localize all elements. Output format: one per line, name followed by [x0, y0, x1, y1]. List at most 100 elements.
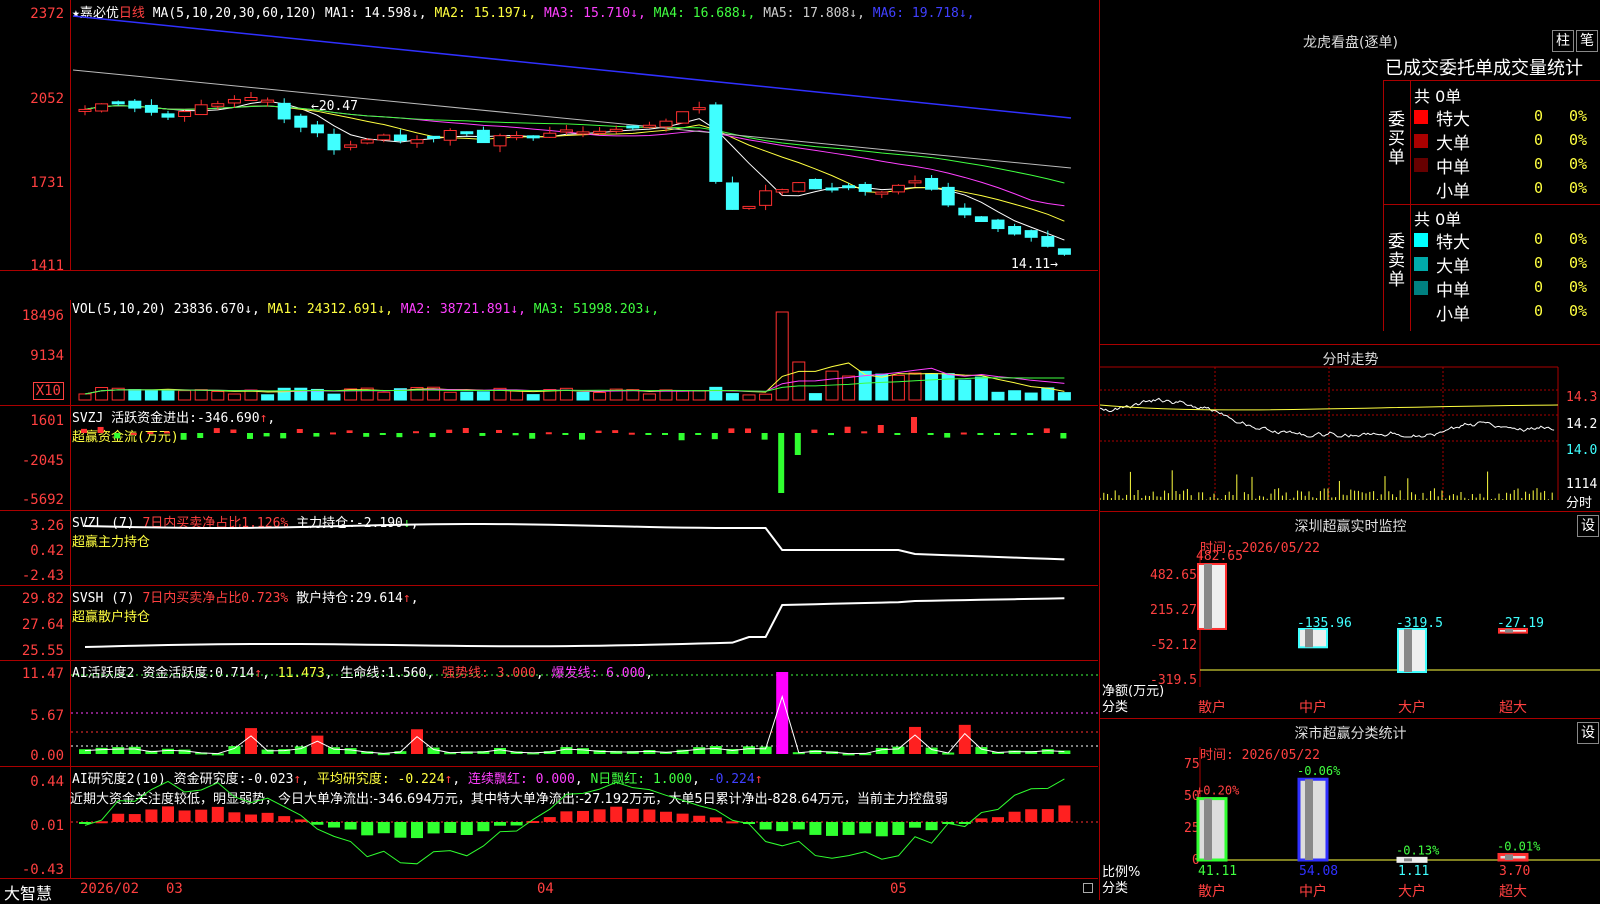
flow-bar [313, 433, 320, 437]
flow-bar [662, 433, 668, 435]
intraday-chart[interactable] [1100, 345, 1564, 511]
ai-activity-pane[interactable]: 11.47 5.67 0.00 AI活跃度2 资金活跃度:0.714↑, 11.… [0, 660, 1098, 767]
research-bar [328, 822, 340, 828]
candle [427, 135, 441, 139]
volume-pane[interactable]: 18496 9134 X10 VOL(5,10,20) 23836.670↓, … [0, 300, 1098, 406]
candle [858, 183, 872, 192]
ai-research-label: 0.01 [30, 818, 64, 834]
flow-bar [529, 433, 536, 439]
activity-bar [128, 746, 141, 754]
candle [891, 184, 905, 193]
candle [593, 130, 607, 134]
research-bar [1008, 811, 1021, 822]
sz-class-bar-shade [1404, 858, 1412, 862]
sz-monitor-bar-shade [1305, 628, 1313, 648]
sz-class-top-value: -0.13% [1396, 843, 1440, 857]
candle [310, 124, 324, 134]
candle [642, 124, 656, 128]
volume-bar [128, 389, 142, 401]
bar-mode-button[interactable]: 柱 [1552, 30, 1574, 52]
high-note: ←20.47 [311, 99, 358, 114]
research-bar [1041, 809, 1054, 822]
kline-pane[interactable]: 2372 2052 1731 1411 ★嘉必优日线 MA(5,10,20,30… [0, 0, 1098, 274]
candle [659, 120, 673, 128]
flow-bar [628, 432, 635, 435]
svzl-label: 3.26 [30, 518, 64, 534]
svzj-chart[interactable] [71, 405, 1098, 510]
volume-bar [294, 387, 308, 401]
volume-bar [642, 393, 656, 401]
flow-bar [977, 433, 984, 435]
candle [626, 125, 640, 129]
flow-bar [197, 433, 204, 439]
dragon-table: 委买单 委卖单 共 0单 共 0单 特大 0 0% 大单 0 0% 中单 0 0% 小单 0 0% 特… [1383, 80, 1600, 331]
svzl-axis: 3.26 0.42 -2.43 [0, 510, 71, 585]
sz-monitor-bar-shade [1404, 628, 1412, 672]
research-bar [776, 822, 789, 832]
research-bar [128, 814, 141, 822]
flow-bar [612, 430, 619, 433]
flow-bar [927, 433, 934, 435]
candle [925, 177, 939, 190]
order-percent: 0% [1569, 155, 1588, 173]
candle [775, 189, 789, 193]
flow-bar [844, 426, 851, 433]
tick-mode-button[interactable]: 笔 [1576, 30, 1598, 52]
candle [128, 100, 142, 109]
intraday-volume-label: 1114 [1566, 477, 1598, 492]
sz-class-chart[interactable]: +0.20% 41.11 散户 -0.06% 54.08 中户 -0.13% 1.11 大户 -0… [1100, 719, 1600, 900]
volume-bar [443, 391, 457, 401]
intraday-price-label: 14.0 [1566, 443, 1598, 458]
sz-monitor-value: 482.65 [1196, 549, 1243, 564]
candle [1008, 226, 1022, 235]
flow-bar [114, 433, 121, 439]
footer-bar: 大智慧 2026/02 03 04 05 [0, 878, 1098, 903]
candle [144, 104, 158, 113]
volume-unit: X10 [32, 382, 64, 400]
order-type-label: 特大 [1436, 233, 1470, 253]
research-bar [361, 822, 374, 836]
order-percent: 0% [1569, 278, 1588, 296]
candle [875, 191, 889, 195]
ai-activity-chart[interactable] [71, 660, 1098, 766]
order-percent: 0% [1569, 179, 1588, 197]
svzl-chart[interactable] [71, 510, 1098, 585]
intraday-panel[interactable]: 分时走势 14.3 14.2 14.0 1114 分时 [1099, 345, 1600, 512]
date-label: 05 [890, 881, 907, 897]
ai-research-pane[interactable]: 0.44 0.01 -0.43 AI研究度2(10) 资金研究度:-0.023↑… [0, 766, 1098, 879]
volume-chart[interactable] [71, 300, 1098, 405]
research-bar [444, 822, 457, 833]
research-bar [826, 822, 838, 836]
candle [759, 190, 773, 206]
order-color-swatch [1414, 257, 1428, 271]
research-bar [460, 822, 473, 835]
kline-chart[interactable]: ←20.47 14.11→ [71, 0, 1098, 270]
lock-icon[interactable] [1083, 883, 1093, 893]
sz-class-panel: 深市超赢分类统计 设 时间: 2026/05/22 75 50 25 0 比例%… [1099, 719, 1600, 900]
svzj-pane[interactable]: 1601 -2045 -5692 SVZJ 活跃资金进出:-346.690↑, … [0, 405, 1098, 511]
sz-class-bar-shade [1305, 779, 1313, 860]
volume-bar [178, 390, 192, 401]
flow-bar [280, 433, 287, 439]
buy-total: 共 0单 [1414, 87, 1462, 106]
flow-bar [695, 433, 702, 435]
activity-bar [344, 748, 357, 754]
sz-class-bottom-value: 3.70 [1499, 864, 1530, 879]
candle [609, 128, 623, 132]
svsh-pane[interactable]: 29.82 27.64 25.55 SVSH (7) 7日内买卖净占比0.723… [0, 585, 1098, 661]
research-bar [377, 822, 390, 834]
candle [211, 103, 225, 107]
sell-total: 共 0单 [1414, 210, 1462, 229]
svsh-chart[interactable] [71, 585, 1098, 660]
volume-bar [576, 391, 590, 401]
ai-research-chart[interactable] [71, 766, 1098, 878]
sz-class-bottom-value: 41.11 [1198, 864, 1237, 879]
candle [1024, 230, 1038, 238]
flow-bar [711, 433, 718, 440]
research-bar [261, 812, 274, 822]
price-label: 2052 [30, 91, 64, 107]
sz-class-bottom-value: 1.11 [1398, 864, 1429, 879]
flow-bar [296, 428, 303, 433]
svzl-pane[interactable]: 3.26 0.42 -2.43 SVZL (7) 7日内买卖净占比1.126% … [0, 510, 1098, 586]
sz-monitor-chart[interactable]: 482.65 散户 -135.96 中户 -319.5 大户 -27.19 超大 [1100, 512, 1600, 718]
